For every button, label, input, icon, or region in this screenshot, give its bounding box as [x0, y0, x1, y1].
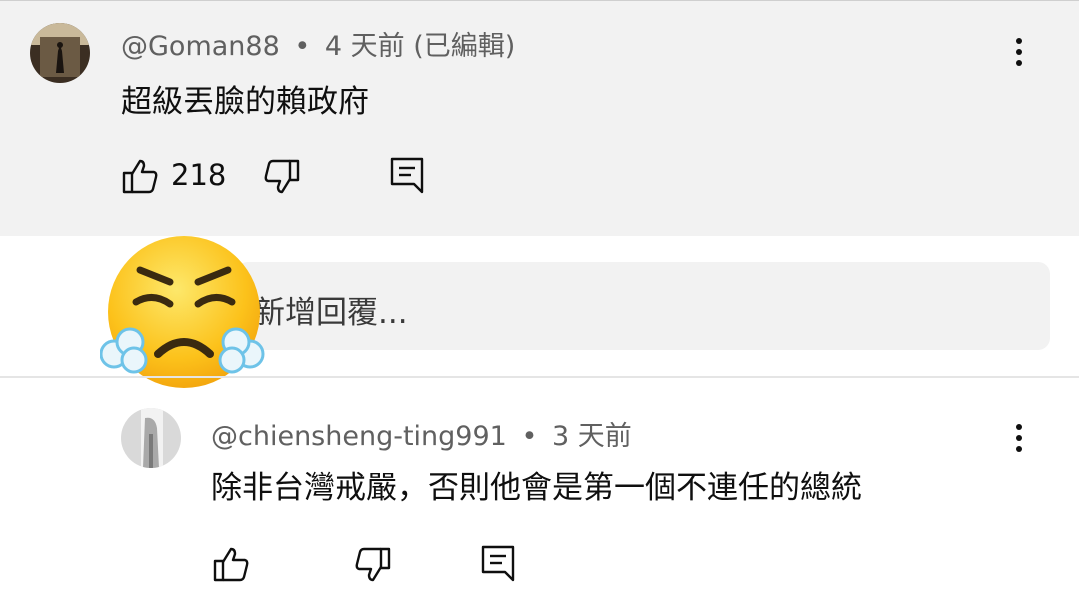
comment-meta: @chiensheng-ting991 • 3 天前	[211, 414, 632, 453]
meta-separator: •	[521, 421, 538, 452]
comment-time: 4 天前 (已編輯)	[324, 31, 516, 62]
avatar[interactable]	[30, 23, 90, 83]
more-vertical-icon[interactable]	[1004, 36, 1034, 68]
reply-input-placeholder[interactable]: 新增回覆...	[254, 287, 408, 332]
comment-meta: @Goman88 • 4 天前 (已編輯)	[121, 24, 515, 63]
thumbs-up-icon[interactable]	[121, 157, 159, 195]
face-with-steam-from-nose-emoji	[99, 236, 268, 388]
thumbs-down-icon[interactable]	[263, 158, 301, 196]
meta-separator: •	[294, 31, 311, 62]
reply-comment-icon[interactable]	[480, 544, 516, 582]
comment-text: 除非台灣戒嚴，否則他會是第一個不連任的總統	[211, 470, 862, 506]
more-vertical-icon[interactable]	[1004, 422, 1034, 454]
comment-author[interactable]: @chiensheng-ting991	[211, 421, 507, 452]
avatar[interactable]	[121, 408, 181, 468]
comment-time: 3 天前	[551, 421, 632, 452]
like-count: 218	[171, 158, 227, 192]
thumbs-up-icon[interactable]	[212, 545, 250, 583]
divider	[0, 376, 1079, 378]
thumbs-down-icon[interactable]	[354, 546, 392, 584]
comment-author[interactable]: @Goman88	[121, 31, 280, 62]
comment-text: 超級丟臉的賴政府	[121, 84, 369, 120]
reply-comment-icon[interactable]	[389, 156, 425, 194]
